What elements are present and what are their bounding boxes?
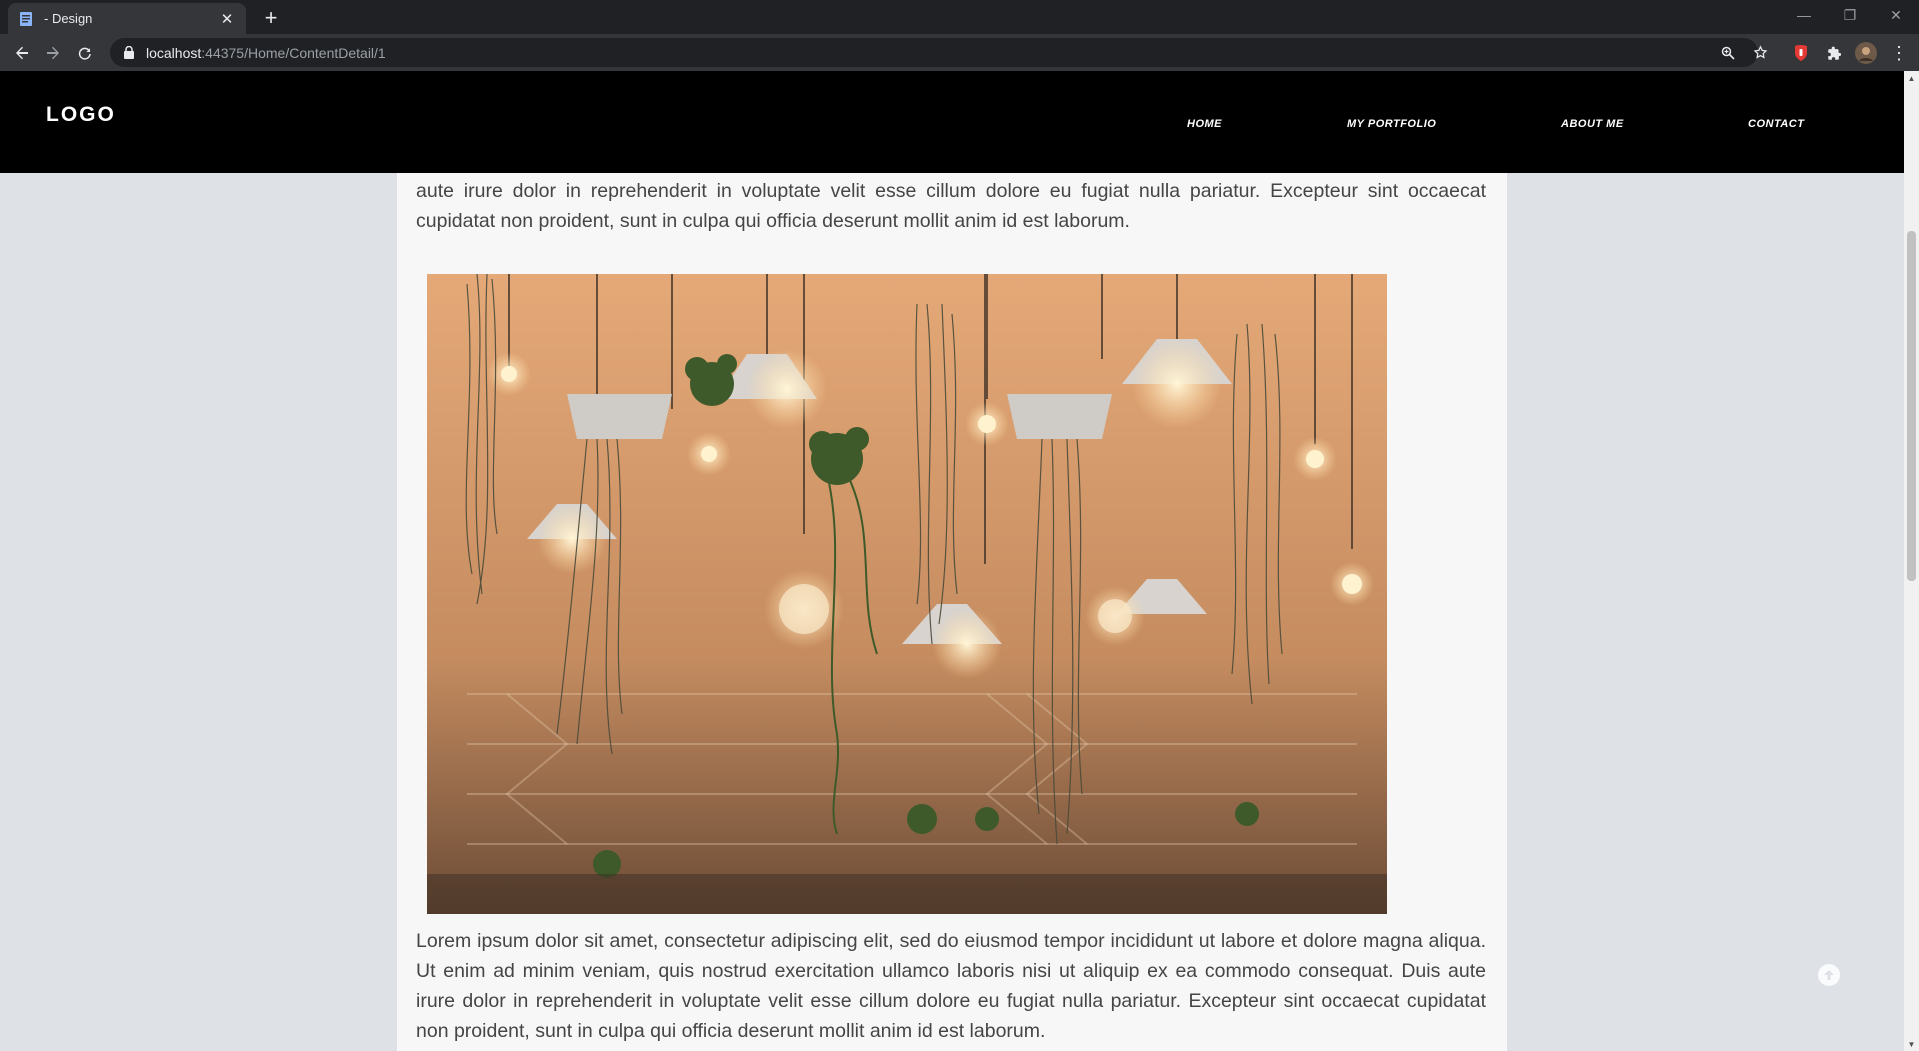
scrollbar-thumb[interactable] bbox=[1907, 231, 1916, 581]
address-bar[interactable]: localhost:44375/Home/ContentDetail/1 bbox=[110, 38, 1767, 67]
page-icon bbox=[18, 11, 34, 27]
nav-about-me[interactable]: ABOUT ME bbox=[1561, 118, 1624, 130]
page-viewport: aliqua. Ut enim ad minim veniam, quis no… bbox=[0, 71, 1904, 1051]
nav-my-portfolio[interactable]: MY PORTFOLIO bbox=[1347, 118, 1436, 130]
nav-home[interactable]: HOME bbox=[1187, 118, 1222, 130]
site-header: LOGO HOME MY PORTFOLIO ABOUT ME CONTACT bbox=[0, 71, 1904, 173]
zoom-icon[interactable] bbox=[1714, 38, 1742, 67]
url-path: :44375/Home/ContentDetail/1 bbox=[201, 44, 386, 61]
window-close-icon[interactable]: ✕ bbox=[1873, 0, 1919, 30]
browser-toolbar: localhost:44375/Home/ContentDetail/1 ⋮ bbox=[0, 34, 1919, 71]
lock-icon[interactable] bbox=[122, 46, 136, 60]
forward-icon[interactable] bbox=[39, 39, 67, 67]
browser-tab-bar: - Design ✕ + — ❐ ✕ bbox=[0, 0, 1919, 34]
puzzle-icon[interactable] bbox=[1821, 40, 1847, 66]
site-logo[interactable]: LOGO bbox=[46, 103, 116, 127]
scroll-down-arrow-icon[interactable]: ▼ bbox=[1904, 1037, 1919, 1051]
extension-icon[interactable] bbox=[1788, 40, 1814, 66]
arrow-up-icon[interactable] bbox=[1818, 964, 1840, 986]
article-content: aliqua. Ut enim ad minim veniam, quis no… bbox=[397, 71, 1507, 1051]
article-paragraph: Lorem ipsum dolor sit amet, consectetur … bbox=[416, 930, 1486, 1042]
plus-icon[interactable]: + bbox=[258, 5, 284, 31]
close-icon[interactable]: ✕ bbox=[218, 10, 236, 28]
scroll-up-arrow-icon[interactable]: ▲ bbox=[1904, 71, 1919, 85]
star-icon[interactable] bbox=[1746, 38, 1774, 67]
url-host: localhost bbox=[146, 44, 202, 61]
reload-icon[interactable] bbox=[71, 39, 99, 67]
browser-tab[interactable]: - Design ✕ bbox=[8, 3, 246, 34]
avatar[interactable] bbox=[1853, 40, 1879, 66]
minimize-icon[interactable]: — bbox=[1781, 0, 1827, 30]
page-scrollbar[interactable]: ▲ ▼ bbox=[1904, 71, 1919, 1051]
restore-icon[interactable]: ❐ bbox=[1827, 0, 1873, 30]
tab-title: - Design bbox=[44, 11, 93, 26]
back-icon[interactable] bbox=[8, 39, 36, 67]
nav-contact[interactable]: CONTACT bbox=[1748, 118, 1804, 130]
article-image bbox=[427, 274, 1387, 914]
more-icon[interactable]: ⋮ bbox=[1886, 40, 1912, 66]
